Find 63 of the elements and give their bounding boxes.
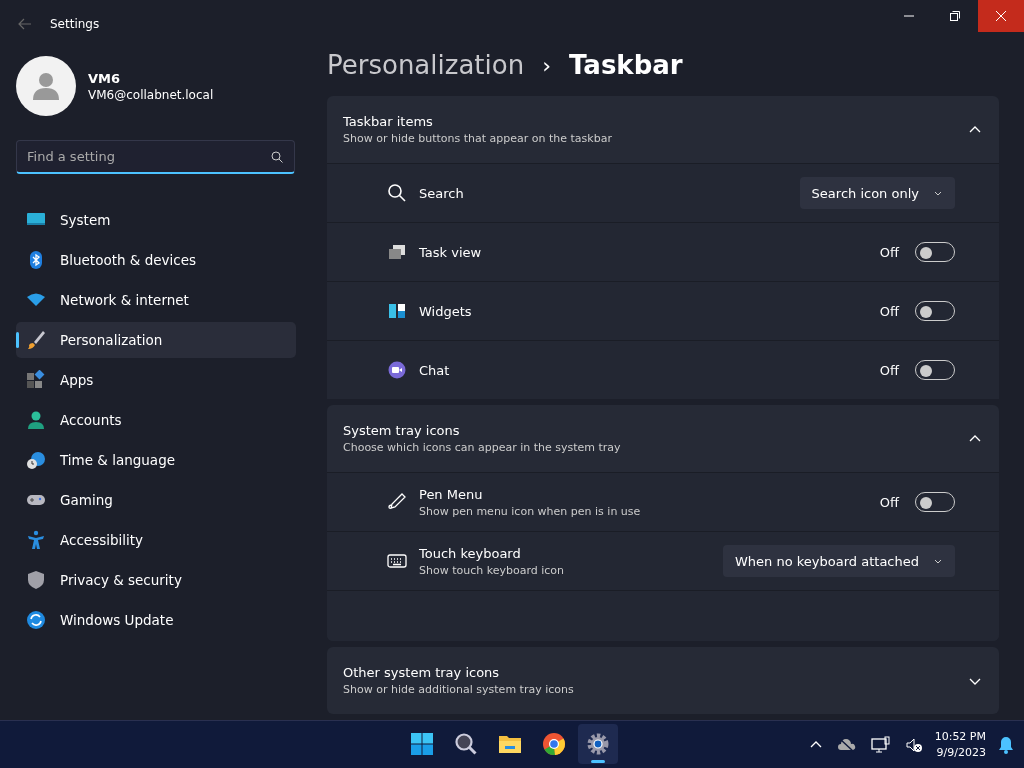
stacked-squares-icon [387,242,407,262]
sidebar-item[interactable]: Windows Update [16,602,296,638]
apps-icon [26,370,46,390]
toggle-state-label: Off [879,303,899,319]
sidebar-item[interactable]: Bluetooth & devices [16,242,296,278]
setting-label: Widgets [419,303,473,319]
browser-icon [542,732,566,756]
setting-description: Show touch keyboard icon [419,563,566,577]
setting-label: Search [419,185,465,201]
section-title: System tray icons [343,423,461,438]
section-title: Other system tray icons [343,665,501,680]
setting-description: Show pen menu icon when pen is in use [419,504,642,518]
sidebar-item[interactable]: Network & internet [16,282,296,318]
gear-icon [586,732,610,756]
sidebar-item[interactable]: Accounts [16,402,296,438]
close-icon [996,11,1006,21]
setting-label: Chat [419,362,451,378]
pen-icon [387,492,407,512]
restore-icon [950,11,960,21]
toggle-state-label: Off [879,362,899,378]
section-subtitle: Show or hide additional system tray icons [343,683,575,696]
setting-label: Task view [419,244,483,260]
breadcrumb-parent[interactable]: Personalization [327,50,525,80]
widgets-icon [387,301,407,321]
search-icon [454,732,478,756]
setting-label: Touch keyboard [419,545,522,561]
window-title: Settings [50,17,101,31]
search-field[interactable]: Find a setting [16,140,295,174]
clock[interactable]: 10:52 PM 9/9/2023 [934,728,986,761]
paintbrush-icon [26,330,46,350]
sidebar-item[interactable]: Time & language [16,442,296,478]
video-chat-icon [387,360,407,380]
sidebar-item[interactable]: Privacy & security [16,562,296,598]
keyboard-icon [387,551,407,571]
toggle-state-label: Off [879,494,899,510]
dropdown[interactable]: Search icon only [799,177,955,209]
section-subtitle: Show or hide buttons that appear on the taskbar [343,132,613,145]
account-email: VM6@collabnet.local [88,87,214,102]
globe-clock-icon [26,450,46,470]
search-icon [387,183,407,203]
breadcrumb-separator: › [542,52,551,78]
sidebar-item[interactable]: Gaming [16,482,296,518]
sidebar-item[interactable]: System [16,202,296,238]
taskbar-app-button[interactable] [578,724,618,764]
sidebar-item[interactable]: Personalization [16,322,296,358]
accessibility-icon [26,530,46,550]
person-icon [26,410,46,430]
dropdown[interactable]: When no keyboard attached [723,545,955,577]
sidebar-item[interactable]: Accessibility [16,522,296,558]
section-subtitle: Choose which icons can appear in the system tray [343,441,622,454]
avatar[interactable] [16,56,76,116]
setting-label: Pen Menu [419,486,484,502]
sidebar-item[interactable]: Apps [16,362,296,398]
shield-icon [26,570,46,590]
network-wired-icon[interactable] [868,733,893,756]
sync-icon [26,610,46,630]
windows-logo-icon [410,732,434,756]
section-title: Taskbar items [343,114,434,129]
account-name: VM6 [88,70,122,86]
page-title: Taskbar [568,50,683,80]
search-icon [271,151,283,163]
back-arrow-icon [17,18,31,30]
toggle-state-label: Off [879,244,899,260]
